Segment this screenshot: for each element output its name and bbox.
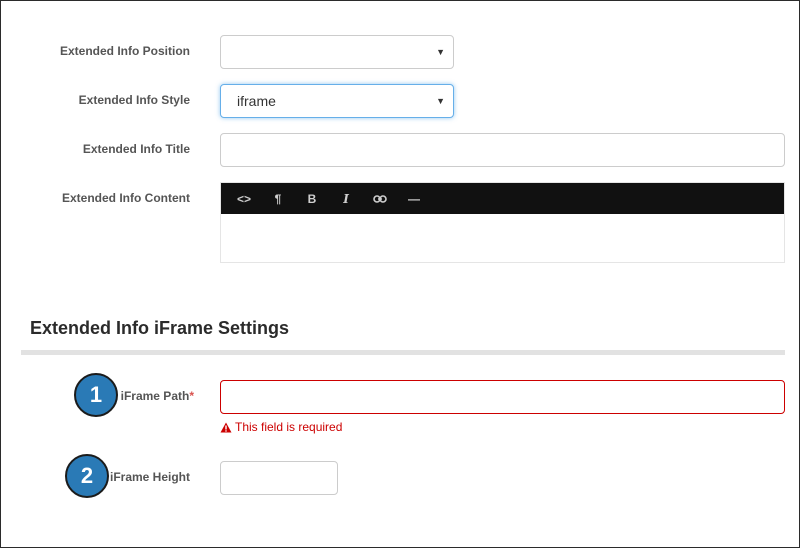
paragraph-button[interactable]: ¶ xyxy=(261,183,295,214)
link-icon xyxy=(373,194,387,203)
code-icon: <> xyxy=(236,191,251,206)
italic-button[interactable]: I xyxy=(329,183,363,214)
code-view-button[interactable]: <> xyxy=(227,183,261,214)
title-input[interactable] xyxy=(220,133,785,167)
form-panel: Extended Info Position ▼ Extended Info S… xyxy=(0,0,800,548)
iframe-height-label: iFrame Height xyxy=(109,470,190,484)
bold-icon: B xyxy=(307,191,317,206)
content-editor: <> ¶ B I — xyxy=(220,182,785,263)
error-message: This field is required xyxy=(235,420,343,434)
editor-content-area[interactable] xyxy=(221,214,784,262)
bold-button[interactable]: B xyxy=(295,183,329,214)
section-heading: Extended Info iFrame Settings xyxy=(30,318,290,338)
required-marker: * xyxy=(189,389,194,403)
horizontal-rule-icon: — xyxy=(408,191,420,206)
iframe-path-label: iFrame Path* xyxy=(1,389,194,403)
horizontal-rule-button[interactable]: — xyxy=(397,183,431,214)
chevron-down-icon: ▼ xyxy=(436,47,445,57)
link-button[interactable] xyxy=(363,183,397,214)
chevron-down-icon: ▼ xyxy=(436,96,445,106)
iframe-height-input[interactable] xyxy=(220,461,338,495)
paragraph-icon: ¶ xyxy=(274,191,282,206)
position-label: Extended Info Position xyxy=(59,44,190,58)
iframe-path-label-text: iFrame Path xyxy=(120,389,190,403)
position-select[interactable]: ▼ xyxy=(220,35,454,69)
style-select[interactable]: iframe ▼ xyxy=(220,84,454,118)
iframe-path-error: This field is required xyxy=(220,420,342,434)
style-select-value: iframe xyxy=(237,93,276,109)
iframe-path-input[interactable] xyxy=(220,380,785,414)
style-label: Extended Info Style xyxy=(78,93,190,107)
title-label: Extended Info Title xyxy=(82,142,190,156)
editor-toolbar: <> ¶ B I — xyxy=(221,183,784,214)
warning-icon xyxy=(220,422,232,432)
italic-icon: I xyxy=(343,191,349,206)
content-label: Extended Info Content xyxy=(62,191,190,205)
section-divider xyxy=(21,350,785,355)
